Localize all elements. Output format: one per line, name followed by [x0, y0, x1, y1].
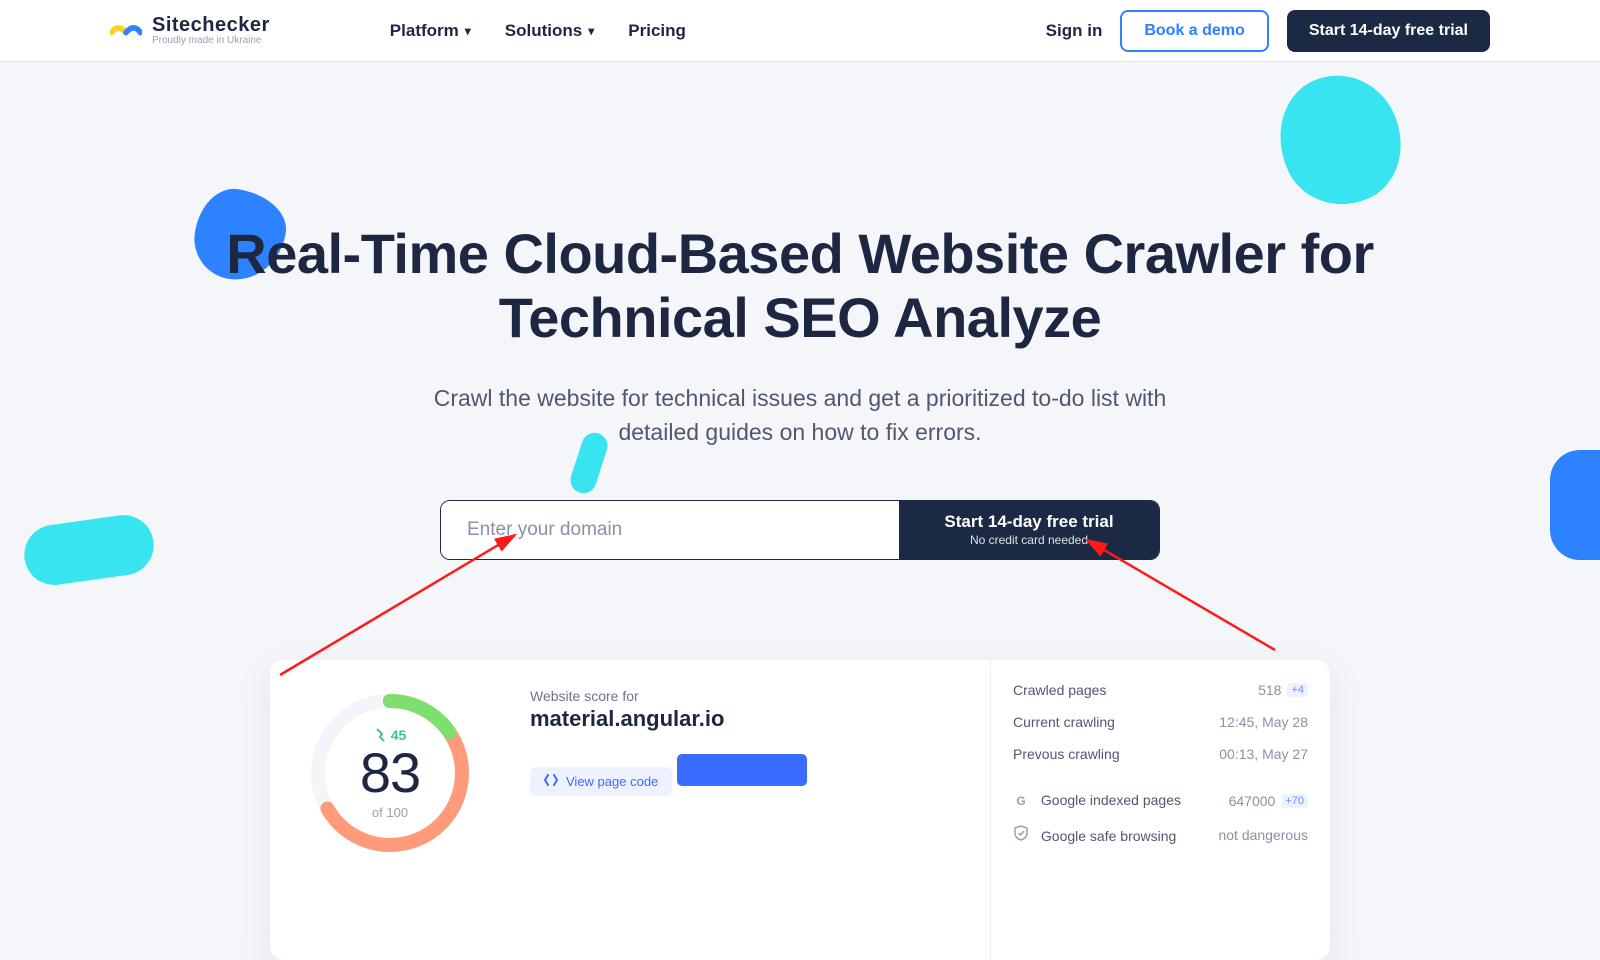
book-demo-button[interactable]: Book a demo — [1120, 10, 1268, 52]
nav-platform-label: Platform — [390, 21, 459, 41]
score-of: of 100 — [372, 805, 408, 820]
stat-delta: +4 — [1287, 683, 1308, 697]
crawl-stats: Crawled pages 518 +4 Current crawling 12… — [990, 660, 1330, 960]
logo-tagline: Proudly made in Ukraine — [152, 36, 270, 47]
hero-subtitle: Crawl the website for technical issues a… — [0, 381, 1600, 450]
stat-label: Google safe browsing — [1041, 828, 1176, 844]
stat-label: Google indexed pages — [1041, 792, 1181, 808]
chevron-down-icon: ▾ — [465, 24, 471, 38]
stat-label: Current crawling — [1013, 714, 1115, 730]
score-gauge: 45 83 of 100 — [305, 688, 475, 858]
website-domain: material.angular.io — [530, 706, 970, 732]
stat-value: 00:13, May 27 — [1219, 746, 1308, 762]
hero-title-line2: Technical SEO Analyze — [499, 286, 1102, 349]
website-score-for: Website score for — [530, 688, 970, 704]
score-details: Website score for material.angular.io Vi… — [510, 660, 990, 960]
view-page-code-button[interactable]: View page code — [530, 767, 672, 796]
domain-input[interactable] — [441, 501, 899, 559]
stat-delta: +70 — [1281, 794, 1308, 808]
stat-label: Crawled pages — [1013, 682, 1106, 698]
nav-pricing[interactable]: Pricing — [628, 21, 686, 41]
nav-solutions[interactable]: Solutions ▾ — [505, 21, 594, 41]
trend-up-icon — [376, 728, 386, 742]
stat-google-safe: Google safe browsing not dangerous — [1013, 817, 1308, 852]
nav-solutions-label: Solutions — [505, 21, 582, 41]
logo[interactable]: Sitechecker Proudly made in Ukraine — [110, 15, 270, 47]
nav-platform[interactable]: Platform ▾ — [390, 21, 471, 41]
stat-value: not dangerous — [1218, 827, 1308, 843]
score-gauge-area: 45 83 of 100 — [270, 660, 510, 960]
chevron-down-icon: ▾ — [588, 24, 594, 38]
logo-text: Sitechecker — [152, 15, 270, 36]
stat-current-crawling: Current crawling 12:45, May 28 — [1013, 706, 1308, 738]
score-value: 83 — [360, 745, 420, 801]
primary-action-button[interactable] — [677, 754, 807, 786]
stat-value: 647000 — [1229, 793, 1276, 809]
hero-title: Real-Time Cloud-Based Website Crawler fo… — [0, 222, 1600, 351]
code-icon — [544, 774, 558, 789]
hero: Real-Time Cloud-Based Website Crawler fo… — [0, 62, 1600, 560]
domain-input-row: Start 14-day free trial No credit card n… — [440, 500, 1160, 560]
stat-value: 12:45, May 28 — [1219, 714, 1308, 730]
stat-previous-crawling: Prevous crawling 00:13, May 27 — [1013, 738, 1308, 770]
dashboard-preview: 45 83 of 100 Website score for material.… — [270, 660, 1330, 960]
view-page-code-label: View page code — [566, 774, 658, 789]
top-nav: Sitechecker Proudly made in Ukraine Plat… — [0, 0, 1600, 62]
shield-icon — [1013, 825, 1029, 841]
trial-button-hero-sub: No credit card needed — [970, 533, 1088, 547]
nav-links: Platform ▾ Solutions ▾ Pricing — [390, 21, 686, 41]
hero-title-line1: Real-Time Cloud-Based Website Crawler fo… — [226, 222, 1374, 285]
trial-button-hero-main: Start 14-day free trial — [944, 512, 1113, 532]
stat-google-indexed: G Google indexed pages 647000 +70 — [1013, 784, 1308, 817]
google-icon: G — [1013, 793, 1029, 809]
stat-crawled-pages: Crawled pages 518 +4 — [1013, 674, 1308, 706]
stat-value: 518 — [1258, 682, 1281, 698]
nav-pricing-label: Pricing — [628, 21, 686, 41]
hero-subtitle-line1: Crawl the website for technical issues a… — [434, 385, 1167, 411]
hero-subtitle-line2: detailed guides on how to fix errors. — [618, 419, 981, 445]
trial-button-top[interactable]: Start 14-day free trial — [1287, 10, 1490, 52]
signin-link[interactable]: Sign in — [1046, 21, 1103, 41]
stat-label: Prevous crawling — [1013, 746, 1120, 762]
trial-button-hero[interactable]: Start 14-day free trial No credit card n… — [899, 501, 1159, 559]
logo-icon — [110, 21, 142, 41]
